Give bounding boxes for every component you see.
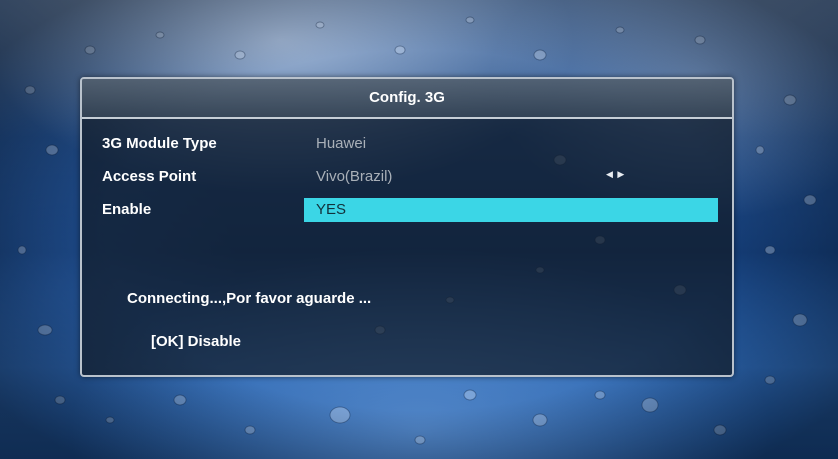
config-3g-dialog: Config. 3G 3G Module Type Huawei Access … — [80, 77, 734, 377]
dialog-title: Config. 3G — [82, 79, 732, 119]
dialog-body: 3G Module Type Huawei Access Point Vivo(… — [82, 119, 732, 375]
row-value: Huawei — [316, 135, 367, 152]
row-access-point[interactable]: Access Point Vivo(Brazil) ◀ ▶ — [82, 165, 728, 189]
row-value: Vivo(Brazil) — [316, 168, 393, 185]
left-right-arrows-icon[interactable]: ◀ ▶ — [606, 169, 625, 180]
row-enable[interactable]: Enable YES — [82, 198, 728, 222]
row-3g-module-type[interactable]: 3G Module Type Huawei — [82, 132, 728, 156]
selection-highlight — [304, 198, 718, 222]
row-value: YES — [316, 201, 347, 218]
ok-disable-hint[interactable]: [OK] Disable — [151, 333, 241, 350]
row-label: Access Point — [102, 168, 197, 185]
row-label: Enable — [102, 201, 152, 218]
status-message: Connecting...,Por favor aguarde ... — [127, 290, 372, 307]
row-label: 3G Module Type — [102, 135, 217, 152]
